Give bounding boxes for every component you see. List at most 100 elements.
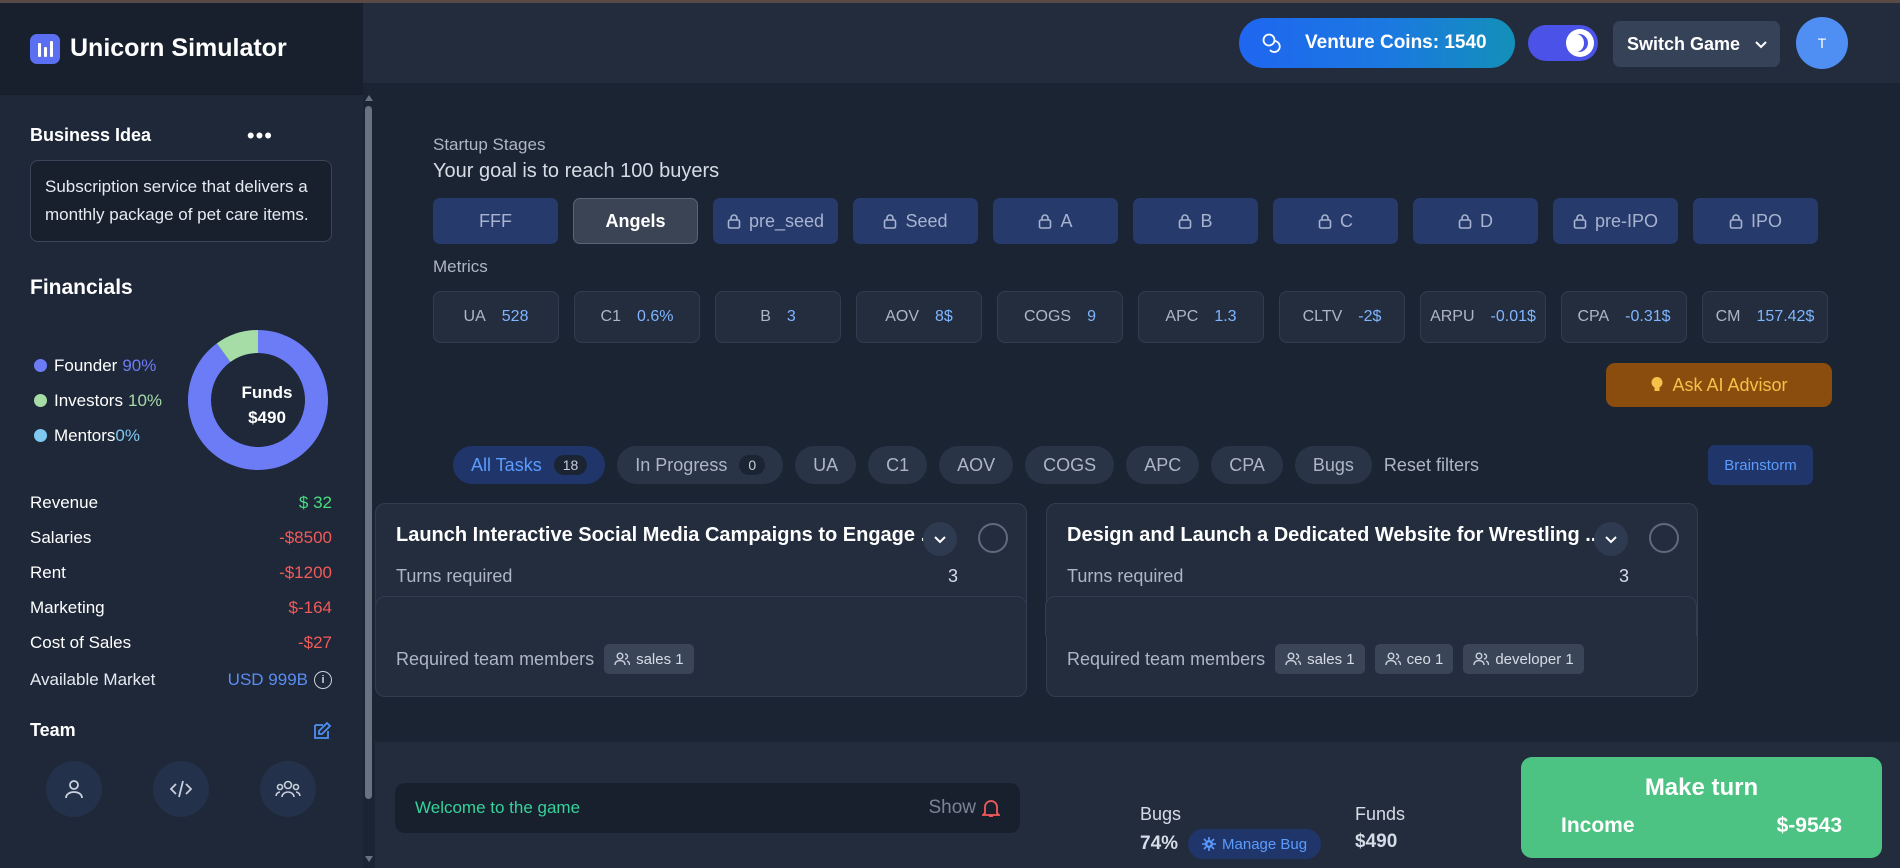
ownership-block: Founder 90% Investors 10% Mentors 0% Funds $4… <box>30 300 333 485</box>
sidebar-scroll-thumb[interactable] <box>365 106 372 799</box>
available-market-label: Available Market <box>30 670 156 689</box>
team-person-button[interactable] <box>46 761 102 817</box>
chevron-down-icon <box>934 536 946 544</box>
scroll-down-arrow-icon[interactable] <box>365 856 373 862</box>
task-select-radio[interactable] <box>1649 523 1679 553</box>
filter-in-progress-label: In Progress <box>635 454 728 475</box>
metric-key: CPA <box>1577 308 1610 325</box>
member-chip: ceo 1 <box>1374 644 1454 674</box>
legend-dot <box>34 394 47 407</box>
filter-apc[interactable]: APC <box>1126 446 1200 484</box>
avatar[interactable]: T <box>1796 17 1848 69</box>
metric-key: CLTV <box>1302 308 1343 325</box>
sidebar: Unicorn Simulator Business Idea ••• Subs… <box>0 3 363 868</box>
filter-bugs[interactable]: Bugs <box>1294 446 1372 484</box>
metric-value: -0.31$ <box>1625 308 1671 325</box>
metric-row: UA 528 C1 0.6% B 3 AOV 8$ COGS 9 APC 1.3 CLTV -2$ ARPU… <box>433 291 1828 343</box>
person-icon <box>65 780 83 799</box>
ask-ai-advisor-button[interactable]: Ask AI Advisor <box>1606 363 1832 407</box>
stage-d[interactable]: D <box>1413 198 1538 244</box>
stage-a[interactable]: A <box>993 198 1118 244</box>
brainstorm-button[interactable]: Brainstorm <box>1708 445 1813 485</box>
expand-task-button[interactable] <box>923 522 957 556</box>
financial-row: Cost of Sales -$27 <box>30 625 332 660</box>
legend-dot <box>34 429 47 442</box>
task-select-radio[interactable] <box>978 523 1008 553</box>
stage-c[interactable]: C <box>1273 198 1398 244</box>
more-options-icon[interactable]: ••• <box>247 124 273 146</box>
stage-fff[interactable]: FFF <box>433 198 558 244</box>
task-title: Design and Launch a Dedicated Website fo… <box>1067 524 1599 546</box>
manage-bug-label: Manage Bug <box>1222 835 1308 853</box>
metric-key: B <box>760 308 771 325</box>
business-idea-title: Business Idea <box>30 125 152 145</box>
filter-aov[interactable]: AOV <box>939 446 1014 484</box>
bugs-value: 74% <box>1140 833 1179 854</box>
stage-b[interactable]: B <box>1133 198 1258 244</box>
filter-in-progress[interactable]: In Progress 0 <box>617 446 784 484</box>
expand-task-button[interactable] <box>1594 522 1628 556</box>
sidebar-scrollbar[interactable] <box>363 92 375 865</box>
chevron-down-icon <box>1755 41 1767 49</box>
filter-c1[interactable]: C1 <box>868 446 928 484</box>
group-icon <box>275 780 301 798</box>
turns-label: Turns required <box>1067 566 1184 586</box>
task-card-partial[interactable] <box>375 596 1027 636</box>
financial-row-label: Rent <box>30 562 66 582</box>
filter-cpa[interactable]: CPA <box>1211 446 1283 484</box>
filter-all-tasks[interactable]: All Tasks 18 <box>453 446 606 484</box>
theme-toggle[interactable] <box>1528 25 1598 61</box>
funds-label: Funds <box>1355 804 1406 824</box>
financial-row-value: $ 32 <box>298 492 332 512</box>
filter-all-tasks-label: All Tasks <box>471 454 542 475</box>
switch-game-label: Switch Game <box>1627 33 1741 54</box>
financial-row-value: -$27 <box>297 632 332 652</box>
metric-aov: AOV 8$ <box>856 291 982 343</box>
lock-icon <box>1458 214 1472 229</box>
app-title: Unicorn Simulator <box>70 34 287 62</box>
goal-text: Your goal is to reach 100 buyers <box>433 160 720 182</box>
financial-row-value: -$1200 <box>279 562 332 582</box>
member-chip-label: ceo 1 <box>1406 650 1444 668</box>
stage-ipo[interactable]: IPO <box>1693 198 1818 244</box>
manage-bug-button[interactable]: Manage Bug <box>1188 829 1322 859</box>
financial-rows: Revenue $ 32 Salaries -$8500 Rent -$1200 Marke… <box>30 485 333 660</box>
member-chip-label: sales 1 <box>636 650 684 668</box>
stage-seed[interactable]: Seed <box>853 198 978 244</box>
stage-pre-seed[interactable]: pre_seed <box>713 198 838 244</box>
team-developer-button[interactable] <box>153 761 209 817</box>
task-card-partial[interactable] <box>1045 596 1697 636</box>
stage-angels[interactable]: Angels <box>573 198 698 244</box>
filter-ua[interactable]: UA <box>795 446 857 484</box>
filter-cogs[interactable]: COGS <box>1025 446 1115 484</box>
reset-filters-link[interactable]: Reset filters <box>1384 455 1479 476</box>
required-members-label: Required team members <box>396 648 595 669</box>
filter-in-progress-count: 0 <box>739 455 766 475</box>
turns-value: 3 <box>947 566 958 586</box>
metric-cltv: CLTV -2$ <box>1279 291 1405 343</box>
metric-c1: C1 0.6% <box>574 291 700 343</box>
team-group-button[interactable] <box>260 761 316 817</box>
info-icon[interactable]: i <box>314 671 332 689</box>
show-label: Show <box>928 797 976 818</box>
required-members-row: Required team members sales 1 <box>396 644 694 674</box>
stage-label: IPO <box>1750 210 1782 231</box>
edit-icon[interactable] <box>312 721 332 741</box>
task-title: Launch Interactive Social Media Campaign… <box>396 524 928 546</box>
people-icon <box>1285 652 1302 666</box>
message-box: Welcome to the game Show <box>395 783 1020 833</box>
financial-row: Marketing $-164 <box>30 590 332 625</box>
venture-coins-button[interactable]: Venture Coins: 1540 <box>1239 18 1515 68</box>
team-title: Team <box>30 720 76 740</box>
member-chip: sales 1 <box>1275 644 1365 674</box>
financial-row-label: Cost of Sales <box>30 632 132 652</box>
financial-row: Revenue $ 32 <box>30 485 332 520</box>
metric-key: CM <box>1715 308 1741 325</box>
lock-icon <box>884 214 897 229</box>
show-notifications-button[interactable]: Show <box>928 797 1000 819</box>
legend-value: 0% <box>115 425 140 445</box>
stage-pre-ipo[interactable]: pre-IPO <box>1553 198 1678 244</box>
scroll-up-arrow-icon[interactable] <box>365 95 373 101</box>
switch-game-dropdown[interactable]: Switch Game <box>1613 21 1780 67</box>
make-turn-button[interactable]: Make turn Income $-9543 <box>1521 757 1882 858</box>
